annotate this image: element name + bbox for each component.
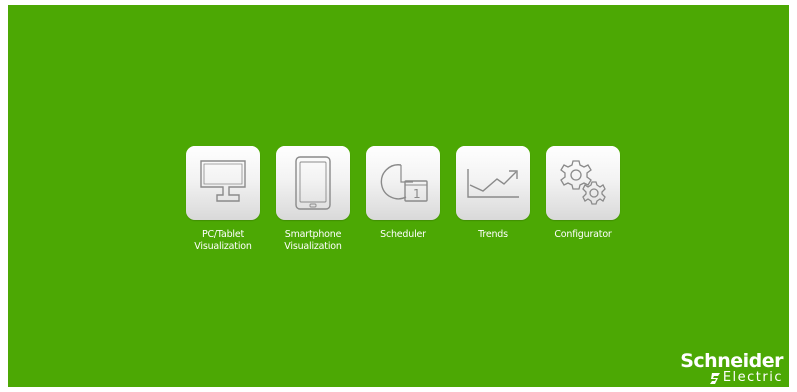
smartphone-label-line-1: Smartphone <box>284 229 342 240</box>
smartphone-label-line-2: Visualization <box>284 241 342 252</box>
logo-subtitle: Electric <box>722 370 783 385</box>
monitor-icon <box>200 160 246 202</box>
launcher-screen: PC/Tablet Visualization Smartphone Visua… <box>8 5 789 387</box>
pc-tablet-visualization-label: PC/Tablet Visualization <box>173 229 273 253</box>
trends-tile[interactable] <box>456 146 530 220</box>
smartphone-visualization-label: Smartphone Visualization <box>263 229 363 253</box>
trends-label-line-1: Trends <box>478 229 508 240</box>
configurator-label-line-1: Configurator <box>554 229 612 240</box>
scheduler-icon: 1 <box>380 164 428 202</box>
smartphone-visualization-tile[interactable] <box>276 146 350 220</box>
scheduler-tile[interactable]: 1 <box>366 146 440 220</box>
trends-app[interactable]: Trends <box>455 146 531 253</box>
trends-label: Trends <box>443 229 543 241</box>
schneider-electric-logo: Schneider Electric <box>680 351 783 385</box>
pc-tablet-visualization-app[interactable]: PC/Tablet Visualization <box>185 146 261 253</box>
trends-icon <box>467 169 519 198</box>
app-launcher: PC/Tablet Visualization Smartphone Visua… <box>185 146 621 253</box>
tablet-icon <box>295 156 331 210</box>
scheduler-label: Scheduler <box>353 229 453 241</box>
configurator-tile[interactable] <box>546 146 620 220</box>
scheduler-day-number: 1 <box>413 187 421 201</box>
pc-tablet-label-line-1: PC/Tablet <box>201 229 245 240</box>
scheduler-app[interactable]: 1 Scheduler <box>365 146 441 253</box>
pc-tablet-visualization-tile[interactable] <box>186 146 260 220</box>
gears-icon <box>560 160 606 205</box>
schneider-logo-mark-icon <box>709 372 720 384</box>
configurator-app[interactable]: Configurator <box>545 146 621 253</box>
logo-subtitle-row: Electric <box>680 371 783 385</box>
configurator-label: Configurator <box>533 229 633 241</box>
logo-name: Schneider <box>680 350 783 372</box>
scheduler-label-line-1: Scheduler <box>380 229 426 240</box>
smartphone-visualization-app[interactable]: Smartphone Visualization <box>275 146 351 253</box>
pc-tablet-label-line-2: Visualization <box>194 241 252 252</box>
